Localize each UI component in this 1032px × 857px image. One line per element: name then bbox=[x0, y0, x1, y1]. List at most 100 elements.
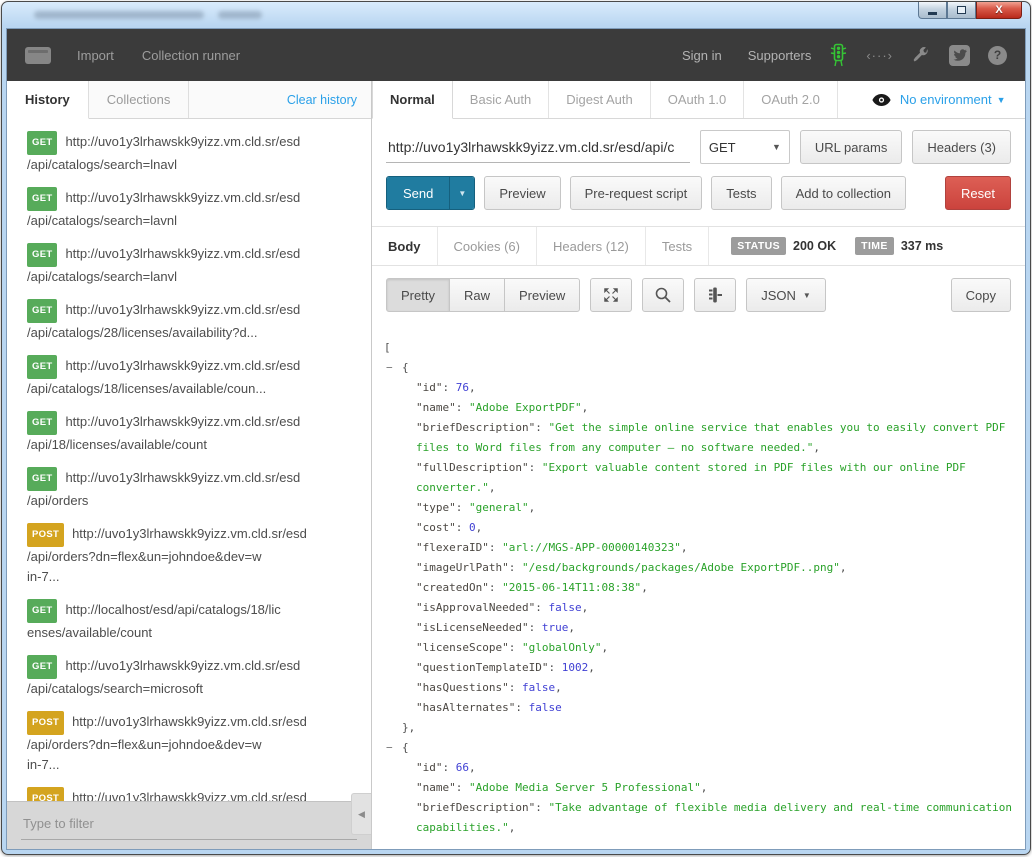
traffic-light-icon[interactable] bbox=[829, 43, 848, 67]
auth-tab-normal[interactable]: Normal bbox=[372, 81, 453, 119]
close-button[interactable]: X bbox=[976, 2, 1022, 19]
method-badge: GET bbox=[27, 355, 57, 379]
sign-in-button[interactable]: Sign in bbox=[682, 48, 722, 63]
environment-selector[interactable]: No environment ▼ bbox=[872, 81, 1006, 118]
history-url-continued: /api/orders?dn=flex&un=johndoe&dev=w bbox=[27, 735, 359, 755]
history-item[interactable]: GEThttp://localhost/esd/api/catalogs/18/… bbox=[7, 599, 371, 643]
status-value: 200 OK bbox=[793, 239, 836, 253]
auth-tab-oauth-1-0[interactable]: OAuth 1.0 bbox=[651, 81, 745, 118]
response-tabs: STATUS 200 OK TIME 337 ms BodyCookies (6… bbox=[372, 226, 1025, 266]
method-badge: POST bbox=[27, 711, 64, 735]
response-tab-tests[interactable]: Tests bbox=[646, 227, 709, 265]
method-badge: POST bbox=[27, 787, 64, 801]
search-button[interactable] bbox=[642, 278, 684, 312]
collections-drawer-icon[interactable] bbox=[25, 47, 51, 64]
tab-history[interactable]: History bbox=[7, 81, 89, 119]
code-line: "id": 66, bbox=[372, 758, 1025, 778]
url-params-button[interactable]: URL params bbox=[800, 130, 902, 164]
tab-collections[interactable]: Collections bbox=[89, 81, 190, 118]
history-url-continued: /api/18/licenses/available/count bbox=[27, 435, 359, 455]
sidebar-collapse-handle[interactable]: ◀ bbox=[351, 793, 371, 835]
history-url-continued: enses/available/count bbox=[27, 623, 359, 643]
history-item[interactable]: POSThttp://uvo1y3lrhawskk9yizz.vm.cld.sr… bbox=[7, 711, 371, 775]
auth-tab-basic-auth[interactable]: Basic Auth bbox=[453, 81, 549, 118]
history-item[interactable]: GET http://uvo1y3lrhawskk9yizz.vm.cld.sr/… bbox=[7, 355, 371, 399]
code-brackets-icon[interactable]: ‹···› bbox=[866, 48, 893, 63]
response-tab-cookies-6-[interactable]: Cookies (6) bbox=[438, 227, 537, 265]
top-toolbar: Import Collection runner Sign in Support… bbox=[7, 29, 1025, 81]
prerequest-script-button[interactable]: Pre-request script bbox=[570, 176, 703, 210]
twitter-icon[interactable] bbox=[949, 45, 970, 66]
history-item[interactable]: GEThttp://uvo1y3lrhawskk9yizz.vm.cld.sr/… bbox=[7, 243, 371, 287]
reset-button[interactable]: Reset bbox=[945, 176, 1011, 210]
history-item[interactable]: POST http://uvo1y3lrhawskk9yizz.vm.cld.sr… bbox=[7, 787, 371, 801]
method-badge: POST bbox=[27, 523, 64, 547]
fold-toggle-icon[interactable]: − bbox=[386, 738, 393, 758]
history-item[interactable]: POSThttp://uvo1y3lrhawskk9yizz.vm.cld.sr… bbox=[7, 523, 371, 587]
format-indent-icon bbox=[706, 286, 724, 304]
help-icon[interactable]: ? bbox=[988, 46, 1007, 65]
history-url-continued: /api/orders bbox=[27, 491, 359, 511]
import-button[interactable]: Import bbox=[77, 48, 114, 63]
history-item[interactable]: GEThttp://uvo1y3lrhawskk9yizz.vm.cld.sr/… bbox=[7, 655, 371, 699]
method-badge: GET bbox=[27, 655, 57, 679]
view-mode-pretty[interactable]: Pretty bbox=[386, 278, 450, 312]
code-line: "questionTemplateID": 1002, bbox=[372, 658, 1025, 678]
response-body: [−{"id": 76,"name": "Adobe ExportPDF","b… bbox=[372, 324, 1025, 849]
format-button[interactable] bbox=[694, 278, 736, 312]
collection-runner-button[interactable]: Collection runner bbox=[142, 48, 240, 63]
url-input[interactable] bbox=[386, 132, 690, 163]
filter-bar bbox=[7, 801, 371, 849]
auth-tab-digest-auth[interactable]: Digest Auth bbox=[549, 81, 651, 118]
fold-toggle-icon[interactable]: − bbox=[386, 358, 393, 378]
history-item[interactable]: GEThttp://uvo1y3lrhawskk9yizz.vm.cld.sr/… bbox=[7, 411, 371, 455]
method-badge: GET bbox=[27, 131, 57, 155]
history-url-continued: /api/catalogs/search=lanvl bbox=[27, 267, 359, 287]
format-selector-dropdown[interactable]: JSON ▼ bbox=[746, 278, 826, 312]
send-options-caret[interactable]: ▼ bbox=[449, 177, 474, 209]
time-badge: TIME bbox=[855, 237, 894, 255]
method-badge: GET bbox=[27, 187, 57, 211]
code-line: "id": 76, bbox=[372, 378, 1025, 398]
clear-history-link[interactable]: Clear history bbox=[287, 81, 371, 118]
view-mode-raw[interactable]: Raw bbox=[449, 278, 505, 312]
history-url: http://uvo1y3lrhawskk9yizz.vm.cld.sr/esd bbox=[65, 190, 300, 205]
minimize-button[interactable] bbox=[918, 2, 947, 19]
code-line: "isApprovalNeeded": false, bbox=[372, 598, 1025, 618]
add-to-collection-button[interactable]: Add to collection bbox=[781, 176, 906, 210]
filter-input[interactable] bbox=[21, 810, 357, 840]
select-caret-icon: ▼ bbox=[772, 142, 781, 152]
response-tab-body[interactable]: Body bbox=[372, 227, 438, 265]
send-button[interactable]: Send bbox=[387, 177, 449, 209]
environment-label: No environment bbox=[900, 92, 992, 107]
code-line: "name": "Adobe Media Server 5 Profession… bbox=[372, 778, 1025, 798]
eye-icon bbox=[872, 94, 891, 106]
time-value: 337 ms bbox=[901, 239, 943, 253]
code-line: "hasAlternates": false bbox=[372, 698, 1025, 718]
auth-tab-oauth-2-0[interactable]: OAuth 2.0 bbox=[744, 81, 838, 118]
copy-button[interactable]: Copy bbox=[951, 278, 1011, 312]
view-mode-group: PrettyRawPreview bbox=[386, 278, 580, 312]
tests-button[interactable]: Tests bbox=[711, 176, 771, 210]
format-selector-value: JSON bbox=[761, 288, 796, 303]
maximize-button[interactable] bbox=[947, 2, 976, 19]
app-window: X Import Collection runner Sign in Suppo… bbox=[1, 1, 1031, 855]
view-mode-preview[interactable]: Preview bbox=[504, 278, 580, 312]
response-tab-headers-12-[interactable]: Headers (12) bbox=[537, 227, 646, 265]
method-select[interactable]: GET ▼ bbox=[700, 130, 790, 164]
history-url: http://uvo1y3lrhawskk9yizz.vm.cld.sr/esd bbox=[72, 790, 307, 801]
window-title-redacted bbox=[34, 11, 204, 19]
wrench-icon[interactable] bbox=[911, 45, 931, 65]
supporters-button[interactable]: Supporters bbox=[748, 48, 812, 63]
preview-button[interactable]: Preview bbox=[484, 176, 560, 210]
history-item[interactable]: GEThttp://uvo1y3lrhawskk9yizz.vm.cld.sr/… bbox=[7, 131, 371, 175]
headers-button[interactable]: Headers (3) bbox=[912, 130, 1011, 164]
request-pane: No environment ▼ NormalBasic AuthDigest … bbox=[372, 81, 1025, 849]
history-item[interactable]: GEThttp://uvo1y3lrhawskk9yizz.vm.cld.sr/… bbox=[7, 467, 371, 511]
expand-button[interactable] bbox=[590, 278, 632, 312]
history-url: http://uvo1y3lrhawskk9yizz.vm.cld.sr/esd bbox=[65, 358, 300, 373]
history-item[interactable]: GEThttp://uvo1y3lrhawskk9yizz.vm.cld.sr/… bbox=[7, 299, 371, 343]
history-item[interactable]: GET http://uvo1y3lrhawskk9yizz.vm.cld.sr/… bbox=[7, 187, 371, 231]
history-url: http://localhost/esd/api/catalogs/18/lic bbox=[65, 602, 280, 617]
code-line: "isLicenseNeeded": true, bbox=[372, 618, 1025, 638]
